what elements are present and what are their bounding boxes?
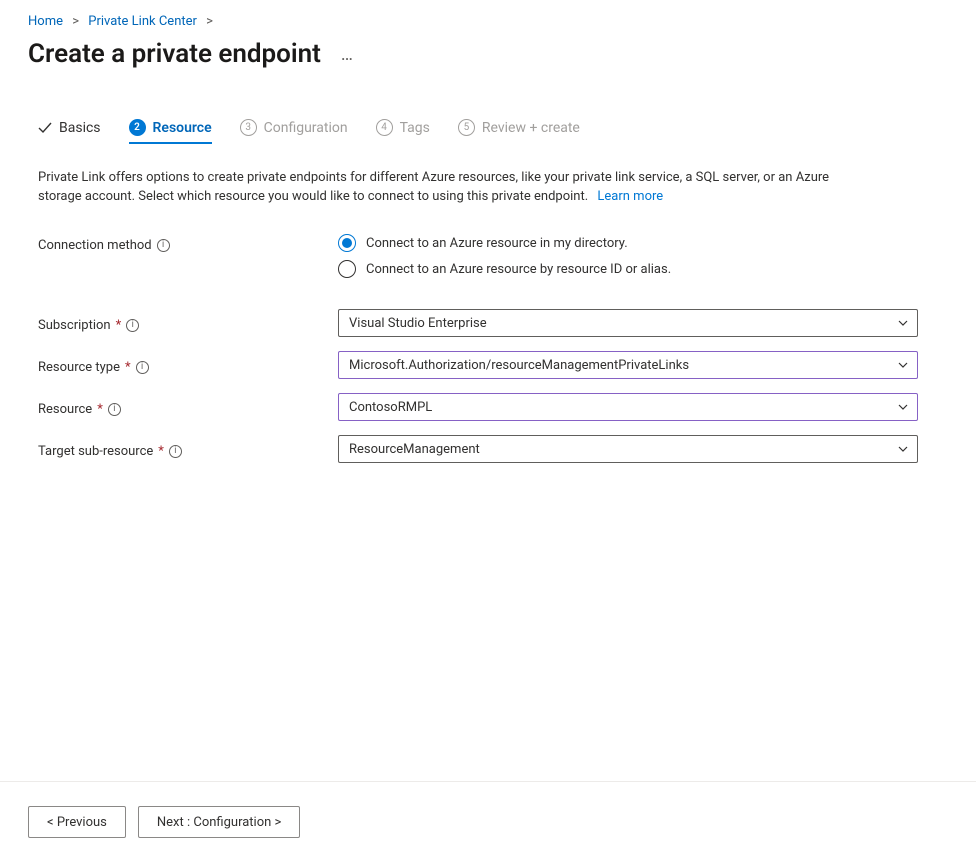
step-number-icon: 3 xyxy=(240,119,257,136)
breadcrumb-home[interactable]: Home xyxy=(28,14,63,29)
required-indicator: * xyxy=(158,444,164,459)
label-resource: Resource * i xyxy=(38,398,338,417)
chevron-down-icon xyxy=(897,359,909,371)
label-target-sub-resource: Target sub-resource * i xyxy=(38,440,338,459)
intro-body: Private Link offers options to create pr… xyxy=(38,170,829,204)
required-indicator: * xyxy=(125,360,131,375)
previous-button[interactable]: < Previous xyxy=(28,806,126,838)
step-number-icon: 2 xyxy=(129,119,146,136)
row-resource-type: Resource type * i Microsoft.Authorizatio… xyxy=(38,350,938,380)
radio-group-connection-method: Connect to an Azure resource in my direc… xyxy=(338,234,918,278)
footer-divider xyxy=(0,781,976,782)
step-number-icon: 4 xyxy=(376,119,393,136)
info-icon[interactable]: i xyxy=(126,319,139,332)
radio-label: Connect to an Azure resource in my direc… xyxy=(366,236,628,251)
checkmark-icon xyxy=(38,121,52,135)
row-target-sub-resource: Target sub-resource * i ResourceManageme… xyxy=(38,434,938,464)
control-target-sub-resource: ResourceManagement xyxy=(338,435,918,463)
required-indicator: * xyxy=(116,318,122,333)
subscription-select[interactable]: Visual Studio Enterprise xyxy=(338,309,918,337)
label-subscription: Subscription * i xyxy=(38,314,338,333)
tab-resource[interactable]: 2 Resource xyxy=(129,119,212,144)
select-value: ContosoRMPL xyxy=(349,400,432,415)
row-connection-method: Connection method i Connect to an Azure … xyxy=(38,234,938,278)
chevron-down-icon xyxy=(897,401,909,413)
tab-basics-label: Basics xyxy=(59,120,101,136)
more-actions-icon[interactable]: … xyxy=(341,44,355,65)
label-resource-type: Resource type * i xyxy=(38,356,338,375)
tab-tags-label: Tags xyxy=(400,120,430,136)
select-value: Visual Studio Enterprise xyxy=(349,316,487,331)
tab-tags[interactable]: 4 Tags xyxy=(376,119,430,144)
wizard-tabs: Basics 2 Resource 3 Configuration 4 Tags… xyxy=(0,119,976,144)
info-icon[interactable]: i xyxy=(108,403,121,416)
chevron-down-icon xyxy=(897,443,909,455)
tab-review-create[interactable]: 5 Review + create xyxy=(458,119,580,144)
select-value: ResourceManagement xyxy=(349,442,480,457)
label-text: Target sub-resource xyxy=(38,444,153,459)
tab-basics[interactable]: Basics xyxy=(38,120,101,144)
label-text: Resource xyxy=(38,402,92,417)
intro-text: Private Link offers options to create pr… xyxy=(0,158,910,206)
control-resource-type: Microsoft.Authorization/resourceManageme… xyxy=(338,351,918,379)
tab-resource-label: Resource xyxy=(153,120,212,136)
breadcrumb-sep: > xyxy=(206,14,213,29)
radio-connect-by-id[interactable]: Connect to an Azure resource by resource… xyxy=(338,260,918,278)
target-sub-resource-select[interactable]: ResourceManagement xyxy=(338,435,918,463)
radio-connect-in-directory[interactable]: Connect to an Azure resource in my direc… xyxy=(338,234,918,252)
breadcrumb-private-link-center[interactable]: Private Link Center xyxy=(88,14,197,29)
row-resource: Resource * i ContosoRMPL xyxy=(38,392,938,422)
breadcrumb-sep: > xyxy=(72,14,79,29)
label-connection-method: Connection method i xyxy=(38,234,338,253)
radio-icon xyxy=(338,234,356,252)
label-text: Resource type xyxy=(38,360,120,375)
step-number-icon: 5 xyxy=(458,119,475,136)
resource-type-select[interactable]: Microsoft.Authorization/resourceManageme… xyxy=(338,351,918,379)
learn-more-link[interactable]: Learn more xyxy=(597,189,663,204)
tab-configuration[interactable]: 3 Configuration xyxy=(240,119,348,144)
required-indicator: * xyxy=(97,402,103,417)
resource-select[interactable]: ContosoRMPL xyxy=(338,393,918,421)
title-row: Create a private endpoint … xyxy=(0,35,976,93)
radio-label: Connect to an Azure resource by resource… xyxy=(366,262,671,277)
page-title: Create a private endpoint xyxy=(28,39,321,69)
info-icon[interactable]: i xyxy=(136,361,149,374)
control-resource: ContosoRMPL xyxy=(338,393,918,421)
select-value: Microsoft.Authorization/resourceManageme… xyxy=(349,358,689,373)
form: Connection method i Connect to an Azure … xyxy=(0,206,976,464)
tab-review-label: Review + create xyxy=(482,120,580,136)
control-subscription: Visual Studio Enterprise xyxy=(338,309,918,337)
radio-icon xyxy=(338,260,356,278)
info-icon[interactable]: i xyxy=(169,445,182,458)
breadcrumb: Home > Private Link Center > xyxy=(0,0,976,35)
chevron-down-icon xyxy=(897,317,909,329)
label-text: Subscription xyxy=(38,318,111,333)
row-subscription: Subscription * i Visual Studio Enterpris… xyxy=(38,308,938,338)
next-configuration-button[interactable]: Next : Configuration > xyxy=(138,806,300,838)
tab-configuration-label: Configuration xyxy=(264,120,348,136)
info-icon[interactable]: i xyxy=(157,239,170,252)
label-text: Connection method xyxy=(38,238,152,253)
control-connection-method: Connect to an Azure resource in my direc… xyxy=(338,234,918,278)
footer: < Previous Next : Configuration > xyxy=(0,792,976,852)
